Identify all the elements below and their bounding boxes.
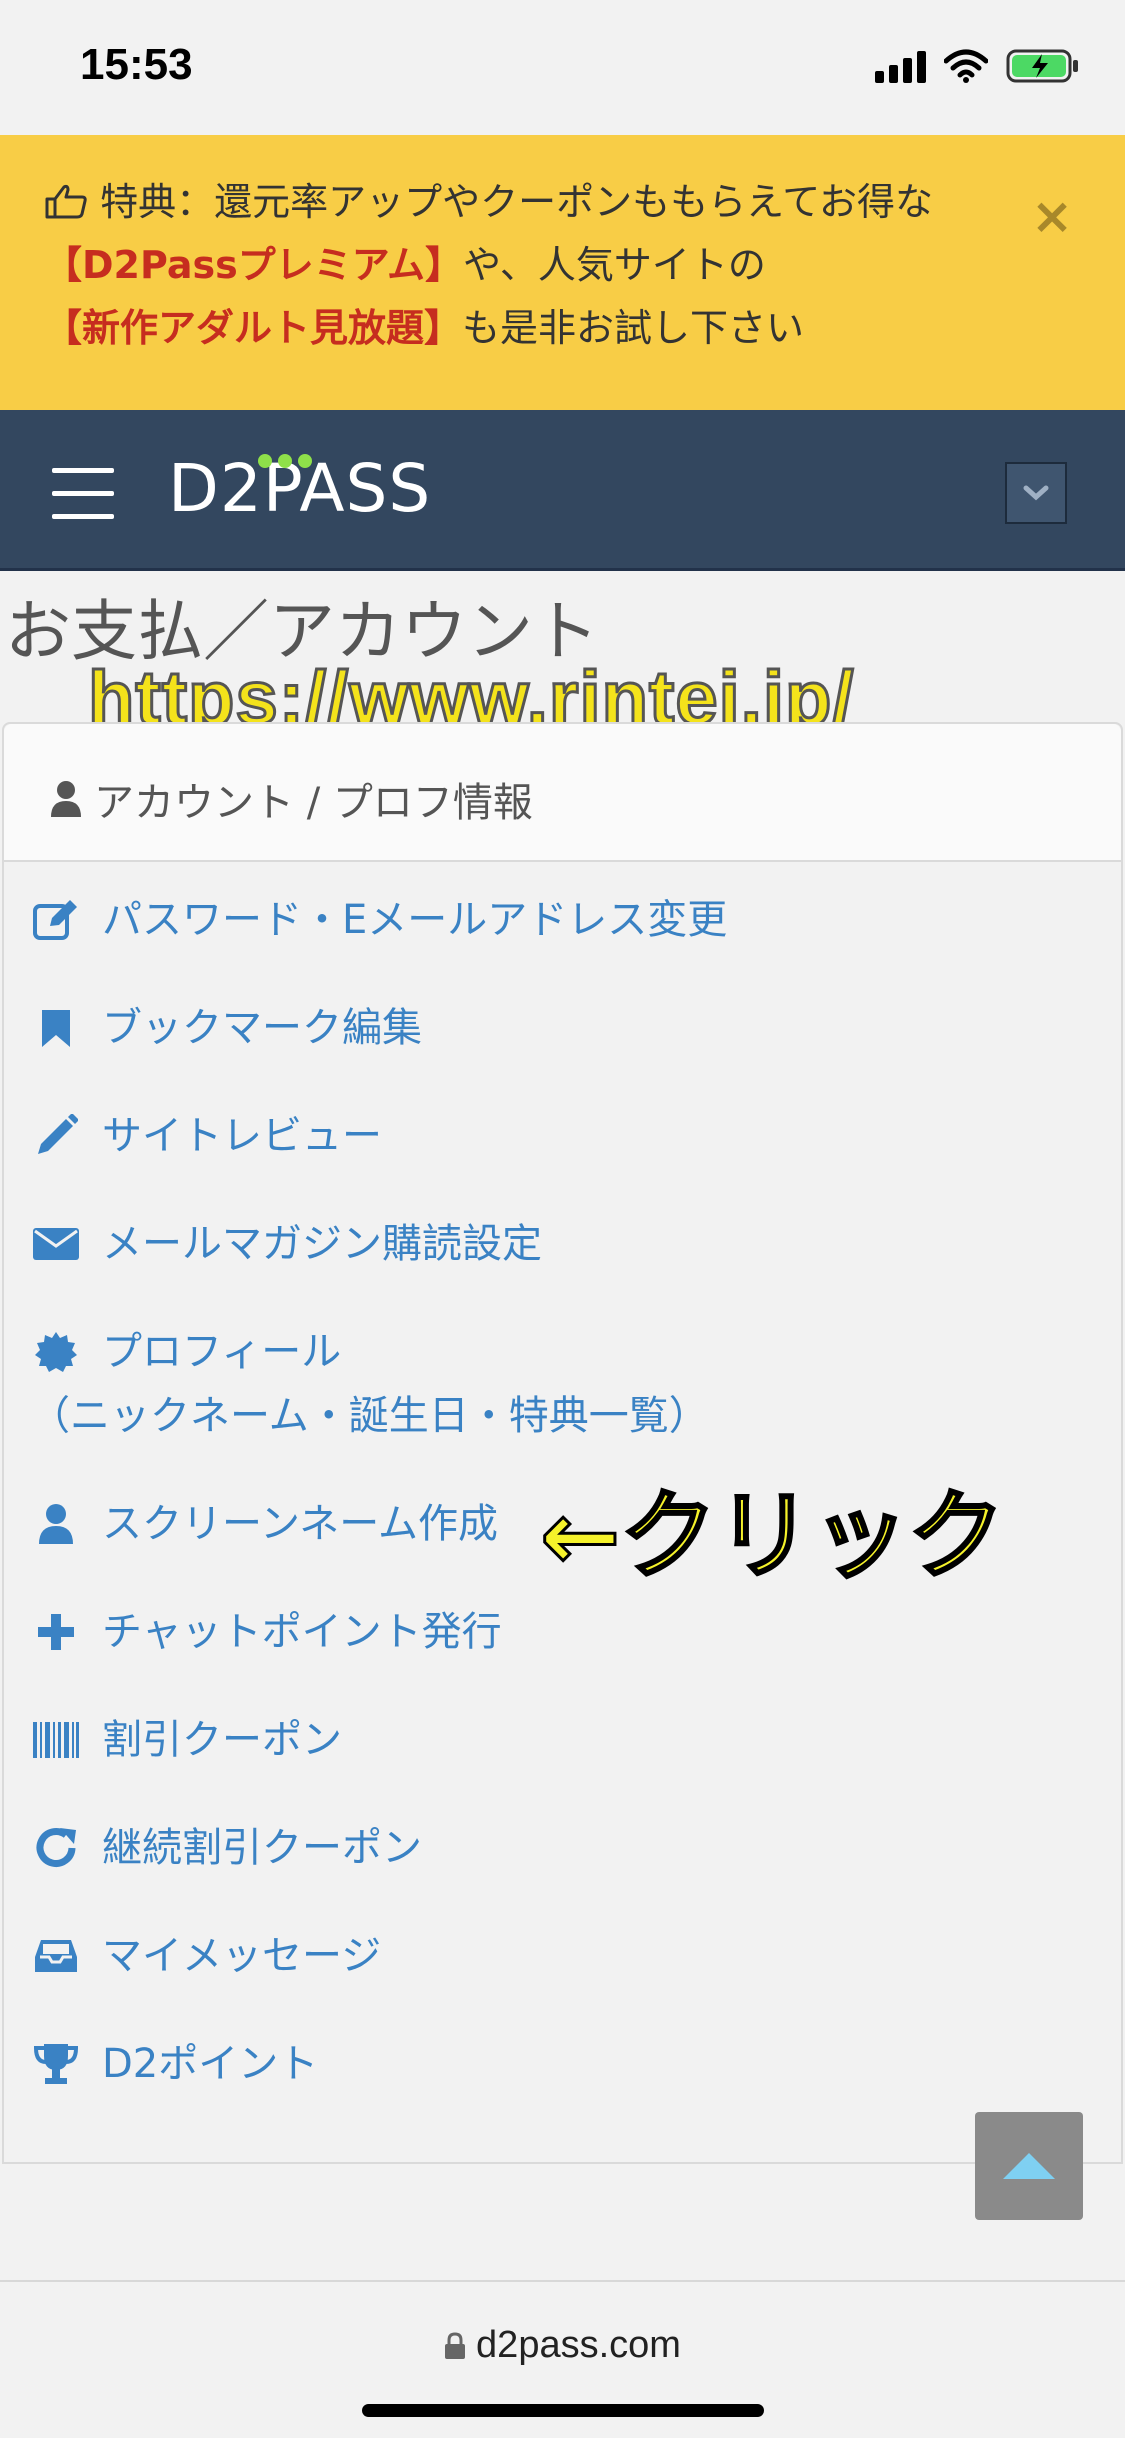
- bookmark-icon: [30, 996, 82, 1060]
- chevron-down-icon: [1023, 485, 1049, 501]
- status-icons: [875, 48, 1080, 84]
- pencil-icon: [30, 1104, 82, 1168]
- menu-item-profile[interactable]: プロフィール （ニックネーム・誕生日・特典一覧）: [30, 1320, 709, 1448]
- panel-heading-text: アカウント / プロフ情報: [94, 780, 533, 826]
- promo-close-button[interactable]: ×: [1031, 187, 1073, 245]
- promo-banner: 特典：還元率アップやクーポンももらえてお得な【D2Passプレミアム】や、人気サ…: [0, 135, 1125, 410]
- edit-icon: [30, 888, 82, 952]
- promo-suffix: も是非お試し下さい: [462, 306, 805, 350]
- menu-item-discount-coupon[interactable]: 割引クーポン: [30, 1708, 342, 1772]
- menu-item-my-messages[interactable]: マイメッセージ: [30, 1924, 381, 1988]
- plus-icon: [30, 1600, 82, 1664]
- scroll-to-top-button[interactable]: [975, 2112, 1083, 2220]
- logo-dots: [258, 454, 312, 468]
- envelope-icon: [30, 1212, 82, 1276]
- hamburger-menu-icon[interactable]: [52, 468, 114, 537]
- menu-item-d2-points[interactable]: D2ポイント: [30, 2032, 318, 2096]
- url-text: d2pass.com: [476, 2324, 681, 2366]
- browser-bottom-bar: d2pass.com: [0, 2280, 1125, 2438]
- battery-charging-icon: [1006, 49, 1078, 83]
- cellular-signal-icon: [875, 49, 926, 83]
- promo-middle: や、人気サイトの: [463, 243, 766, 287]
- inbox-icon: [30, 1924, 82, 1988]
- user-icon: [30, 1492, 82, 1556]
- badge-icon: [30, 1320, 82, 1384]
- refresh-icon: [30, 1816, 82, 1880]
- promo-premium-link[interactable]: 【D2Passプレミアム】: [44, 243, 463, 287]
- promo-text: 特典：還元率アップやクーポンももらえてお得な【D2Passプレミアム】や、人気サ…: [44, 171, 964, 360]
- home-indicator[interactable]: [362, 2404, 764, 2417]
- triangle-up-icon: [1003, 2153, 1055, 2179]
- menu-item-chat-points[interactable]: チャットポイント発行: [30, 1600, 502, 1664]
- nav-dropdown-button[interactable]: [1005, 462, 1067, 524]
- menu-item-site-review[interactable]: サイトレビュー: [30, 1104, 382, 1168]
- thumbs-up-icon: [45, 184, 87, 219]
- menu-item-password-email[interactable]: パスワード・Eメールアドレス変更: [30, 888, 727, 952]
- menu-item-screen-name[interactable]: スクリーンネーム作成: [30, 1492, 498, 1556]
- d2pass-logo[interactable]: D2PASS: [168, 450, 431, 527]
- status-time: 15:53: [80, 40, 193, 89]
- menu-item-continuation-coupon[interactable]: 継続割引クーポン: [30, 1816, 422, 1880]
- promo-prefix: 特典：還元率アップやクーポンももらえてお得な: [100, 180, 934, 224]
- trophy-icon: [30, 2032, 82, 2096]
- menu-item-newsletter[interactable]: メールマガジン購読設定: [30, 1212, 542, 1276]
- address-bar[interactable]: d2pass.com: [0, 2324, 1125, 2367]
- click-annotation: ←クリック: [538, 1479, 1005, 1594]
- navbar: D2PASS: [0, 410, 1125, 571]
- user-icon: [51, 781, 81, 817]
- menu-item-bookmark[interactable]: ブックマーク編集: [30, 996, 422, 1060]
- barcode-icon: [30, 1708, 82, 1772]
- status-bar: 15:53: [0, 0, 1125, 135]
- lock-icon: [445, 2332, 466, 2359]
- promo-adult-link[interactable]: 【新作アダルト見放題】: [44, 306, 462, 350]
- panel-heading: アカウント / プロフ情報: [4, 724, 1121, 862]
- wifi-icon: [944, 49, 988, 83]
